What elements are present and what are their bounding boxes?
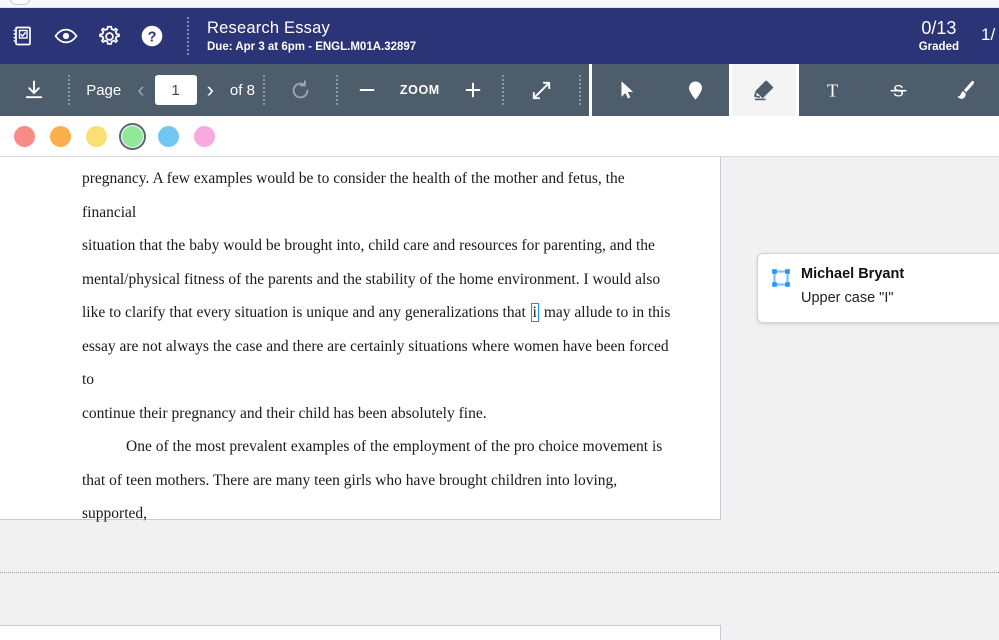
highlight-before: like to clarify that every situation is …: [82, 304, 530, 321]
page-title: Research Essay: [207, 18, 416, 38]
graded-status: 0/13 Graded: [919, 19, 959, 53]
highlighter-tool[interactable]: [732, 64, 796, 116]
doc-line: situation that the baby would be brought…: [82, 229, 682, 263]
next-page-button[interactable]: ›: [197, 77, 224, 103]
doc-line: continue their pregnancy and their child…: [82, 397, 682, 431]
doc-line: essay are not always the case and there …: [82, 330, 682, 397]
header-icon-group: ?: [0, 23, 165, 49]
assignment-clipboard-icon[interactable]: [10, 23, 36, 49]
rotate-icon[interactable]: [265, 64, 336, 116]
document-page-1[interactable]: pregnancy. A few examples would be to co…: [0, 157, 721, 520]
selection-box-icon: [771, 268, 791, 293]
toolbar-highlighter-group: [732, 64, 796, 116]
svg-text:T: T: [826, 80, 837, 100]
toolbar-main-group: Page ‹ › of 8 ZOOM: [0, 64, 589, 116]
help-icon[interactable]: ?: [139, 23, 165, 49]
brush-tool[interactable]: [933, 64, 997, 116]
browser-chrome-sliver: [0, 0, 999, 8]
doc-line: mental/physical fitness of the parents a…: [82, 263, 682, 297]
zoom-in-button[interactable]: [444, 64, 502, 116]
zoom-label: ZOOM: [396, 83, 444, 97]
color-swatch-orange[interactable]: [47, 123, 74, 150]
zoom-out-button[interactable]: [338, 64, 396, 116]
eye-icon[interactable]: [53, 23, 79, 49]
page-1-text: pregnancy. A few examples would be to co…: [82, 162, 682, 531]
toolbar-pointer-group: [592, 64, 729, 116]
gear-icon[interactable]: [96, 23, 122, 49]
color-swatch-blue[interactable]: [155, 123, 182, 150]
header-right-group: 0/13 Graded 1/: [919, 19, 999, 53]
page-number-input[interactable]: [155, 75, 197, 105]
color-swatch-pink[interactable]: [191, 123, 218, 150]
comment-author: Michael Bryant: [801, 265, 904, 284]
download-button[interactable]: [0, 64, 68, 116]
cut-off-pill: [9, 0, 31, 5]
toolbar-text-group: T S: [799, 64, 999, 116]
doc-line-indented: One of the most prevalent examples of th…: [82, 430, 682, 464]
submission-counter-cutoff: 1/: [981, 25, 999, 45]
graded-label: Graded: [919, 41, 959, 53]
annotation-comment-card[interactable]: Michael Bryant Upper case "I": [757, 253, 999, 323]
toolbar-separator: [68, 75, 70, 105]
text-tool[interactable]: T: [801, 64, 864, 116]
doc-line: that of teen mothers. There are many tee…: [82, 464, 682, 531]
color-swatch-green[interactable]: [119, 123, 146, 150]
svg-text:?: ?: [148, 29, 157, 45]
doc-line-highlighted: like to clarify that every situation is …: [82, 296, 682, 330]
page-separator: [0, 572, 999, 573]
highlight-after: may allude to in this: [540, 304, 670, 321]
app-header: ? Research Essay Due: Apr 3 at 6pm - ENG…: [0, 8, 999, 64]
graded-count: 0/13: [921, 19, 956, 38]
document-toolbar: Page ‹ › of 8 ZOOM: [0, 64, 999, 116]
color-swatch-salmon[interactable]: [11, 123, 38, 150]
strikethrough-tool[interactable]: S: [867, 64, 930, 116]
color-swatch-yellow[interactable]: [83, 123, 110, 150]
prev-page-button[interactable]: ‹: [127, 77, 154, 103]
assignment-due-info: Due: Apr 3 at 6pm - ENGL.M01A.32897: [207, 40, 416, 54]
doc-line: pregnancy. A few examples would be to co…: [82, 162, 682, 229]
assignment-info: Research Essay Due: Apr 3 at 6pm - ENGL.…: [207, 18, 416, 54]
color-swatch-row: [0, 116, 999, 157]
cursor-tool[interactable]: [592, 64, 662, 116]
comment-body: Michael Bryant Upper case "I": [801, 265, 904, 309]
toolbar-separator: [579, 75, 581, 105]
page-total-label: of 8: [224, 82, 263, 99]
fullscreen-icon[interactable]: [504, 64, 579, 116]
comment-text: Upper case "I": [801, 287, 904, 309]
document-page-2[interactable]: [0, 625, 721, 640]
highlight-annotation[interactable]: i: [531, 303, 539, 322]
page-label: Page: [80, 82, 127, 99]
header-divider: [187, 17, 189, 55]
document-viewer[interactable]: pregnancy. A few examples would be to co…: [0, 157, 999, 640]
pin-tool[interactable]: [662, 64, 729, 116]
